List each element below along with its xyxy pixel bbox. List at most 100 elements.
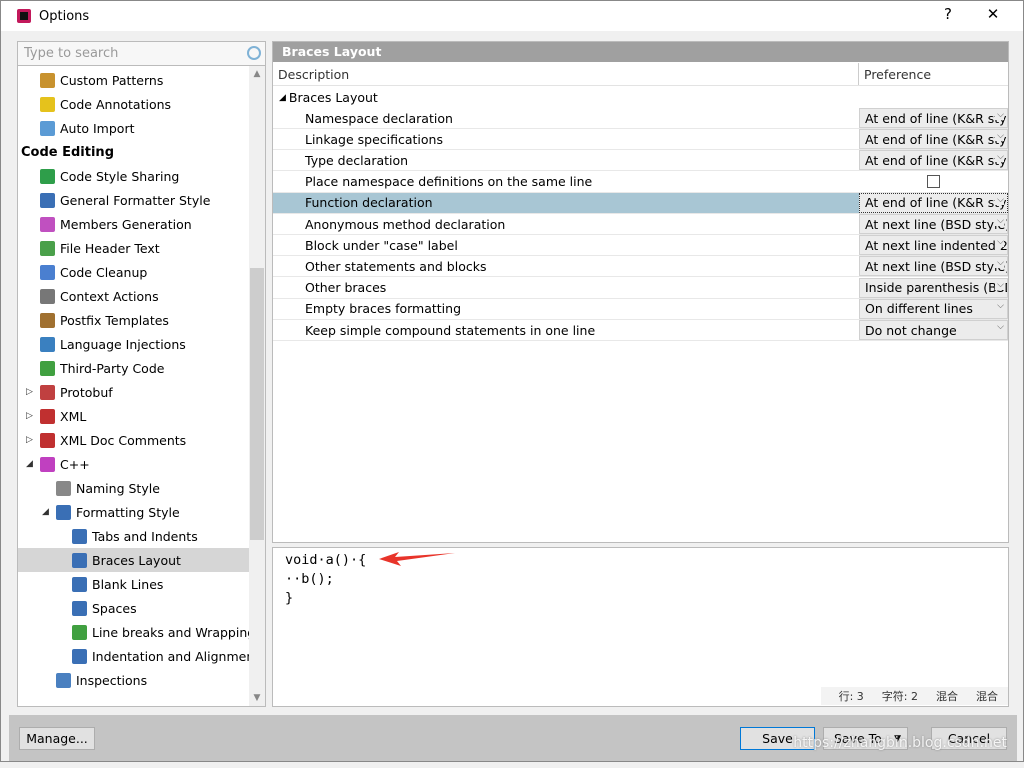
tree-item[interactable]: Braces Layout (18, 548, 249, 572)
tree-item[interactable]: Postfix Templates (18, 308, 249, 332)
setting-description: Keep simple compound statements in one l… (305, 322, 596, 338)
preference-dropdown[interactable]: On different lines ⌵ (859, 298, 1008, 319)
tree-item[interactable]: ▷ XML Doc Comments (18, 428, 249, 452)
scrollbar-thumb[interactable] (250, 268, 264, 540)
chevron-down-icon: ⌵ (995, 216, 1004, 226)
search-icon[interactable] (247, 46, 261, 60)
column-description[interactable]: Description (273, 63, 859, 85)
preference-value: Inside parenthesis (BSD) (865, 280, 1008, 296)
window-title: Options (39, 8, 90, 24)
expand-arrow-icon[interactable]: ▷ (26, 387, 36, 397)
collapse-arrow-icon[interactable]: ◢ (42, 507, 52, 517)
setting-row[interactable]: Function declaration At end of line (K&R … (273, 192, 1008, 214)
column-preference[interactable]: Preference (859, 63, 931, 85)
setting-row[interactable]: Empty braces formatting On different line… (273, 298, 1008, 320)
code-line: ··b(); (285, 571, 334, 587)
settings-tree-panel: Custom Patterns Code Annotations Auto Impo… (17, 41, 266, 707)
preference-dropdown[interactable]: Inside parenthesis (BSD) ⌵ (859, 277, 1008, 298)
preference-value: At next line indented 2 (865, 237, 1008, 253)
tree-item[interactable]: ▷ Protobuf (18, 380, 249, 404)
expand-arrow-icon[interactable]: ▷ (26, 435, 36, 445)
setting-row[interactable]: Namespace declaration At end of line (K&R… (273, 108, 1008, 129)
filter-icon (40, 120, 55, 136)
indent-mode: 混合 (976, 690, 998, 703)
setting-description: Linkage specifications (305, 131, 443, 147)
preference-dropdown[interactable]: At end of line (K&R style) ⌵ (859, 192, 1008, 213)
preference-dropdown[interactable]: At end of line (K&R style) ⌵ (859, 108, 1008, 128)
tree-item-label: Naming Style (76, 480, 160, 496)
preference-dropdown[interactable]: Do not change ⌵ (859, 320, 1008, 340)
title-bar: Options ? ✕ (1, 1, 1023, 31)
setting-row[interactable]: Other statements and blocks At next line … (273, 256, 1008, 278)
tree-item[interactable]: ▷ XML (18, 404, 249, 428)
tree-item-label: Postfix Templates (60, 312, 169, 328)
tree-item[interactable]: Third-Party Code (18, 356, 249, 380)
tree-item[interactable]: Tabs and Indents (18, 524, 249, 548)
file-header-icon (40, 240, 55, 256)
app-icon (17, 9, 31, 23)
custom-patterns-icon (40, 72, 55, 88)
tree-item[interactable]: Inspections (18, 668, 249, 692)
collapse-arrow-icon[interactable]: ◢ (26, 459, 36, 469)
tree-item-label: Code Cleanup (60, 264, 148, 280)
chevron-down-icon: ⌵ (995, 194, 1004, 205)
tree-item[interactable]: Code Cleanup (18, 260, 249, 284)
tree-item-label: XML (60, 408, 87, 424)
scroll-down-icon[interactable]: ▼ (249, 690, 265, 706)
expand-arrow-icon[interactable]: ▷ (26, 411, 36, 421)
preference-dropdown[interactable]: At end of line (K&R style) ⌵ (859, 129, 1008, 150)
tree-item[interactable]: Blank Lines (18, 572, 249, 596)
tree-item[interactable]: ◢ Formatting Style (18, 500, 249, 524)
tree-item[interactable]: Members Generation (18, 212, 249, 236)
tree-item[interactable]: File Header Text (18, 236, 249, 260)
tree-item-label: Third-Party Code (60, 360, 165, 376)
panel-title: Braces Layout (273, 42, 1008, 62)
preference-dropdown[interactable]: At end of line (K&R style) ⌵ (859, 150, 1008, 171)
close-button[interactable]: ✕ (978, 5, 1008, 23)
tree-scrollbar[interactable]: ▲ ▼ (249, 66, 265, 706)
tree-item[interactable]: Naming Style (18, 476, 249, 500)
tree-item[interactable]: ◢ C++ (18, 452, 249, 476)
tree-item[interactable]: Indentation and Alignment (18, 644, 249, 668)
group-row[interactable]: ◢ Braces Layout (273, 87, 1008, 108)
preference-dropdown[interactable]: At next line (BSD style) ⌵ (859, 214, 1008, 234)
setting-row[interactable]: Type declaration At end of line (K&R styl… (273, 150, 1008, 172)
preference-dropdown[interactable]: At next line indented 2 ⌵ (859, 235, 1008, 256)
tree-item-label: General Formatter Style (60, 192, 211, 208)
setting-row[interactable]: Place namespace definitions on the same … (273, 172, 1008, 193)
manage-button[interactable]: Manage... (19, 727, 95, 750)
watermark: https://zhangbin.blog.csdn.net (793, 735, 1007, 751)
inspections-icon (56, 672, 71, 688)
setting-row[interactable]: Other braces Inside parenthesis (BSD) ⌵ (273, 277, 1008, 299)
search-input[interactable] (24, 46, 234, 61)
preference-dropdown[interactable]: At next line (BSD style) ⌵ (859, 256, 1008, 277)
setting-checkbox[interactable] (927, 175, 940, 189)
tree-item[interactable]: Language Injections (18, 332, 249, 356)
tree-item[interactable]: Code Style Sharing (18, 164, 249, 188)
chevron-down-icon: ⌵ (995, 258, 1004, 269)
protobuf-icon (40, 384, 55, 400)
postfix-templates-icon (40, 312, 55, 328)
tree-item-label: File Header Text (60, 240, 160, 256)
naming-style-icon (56, 480, 71, 496)
tree-item[interactable]: Spaces (18, 596, 249, 620)
expanded-triangle-icon[interactable]: ◢ (273, 93, 286, 103)
setting-row[interactable]: Linkage specifications At end of line (K&… (273, 129, 1008, 151)
tree-item[interactable]: Code Editing (18, 140, 249, 164)
preview-editor[interactable]: void·a()·{ ··b(); } 行: 3 字符: 2 混合 混合 (272, 547, 1009, 707)
tree-item[interactable]: Auto Import (18, 116, 249, 140)
tree-item[interactable]: Custom Patterns (18, 68, 249, 92)
tree-item[interactable]: General Formatter Style (18, 188, 249, 212)
tree-item[interactable]: Context Actions (18, 284, 249, 308)
setting-row[interactable]: Keep simple compound statements in one l… (273, 320, 1008, 341)
tree-item[interactable]: Line breaks and Wrapping (18, 620, 249, 644)
tree-item[interactable]: Code Annotations (18, 92, 249, 116)
chevron-down-icon: ⌵ (995, 131, 1004, 142)
help-button[interactable]: ? (933, 5, 963, 23)
setting-row[interactable]: Block under "case" label At next line ind… (273, 235, 1008, 257)
options-dialog: Options ? ✕ Custom Patterns Code Annotati… (0, 0, 1024, 762)
setting-row[interactable]: Anonymous method declaration At next line… (273, 214, 1008, 235)
xml-doc-icon (40, 432, 55, 448)
scroll-up-icon[interactable]: ▲ (249, 66, 265, 82)
tree-item-label: Code Style Sharing (60, 168, 180, 184)
